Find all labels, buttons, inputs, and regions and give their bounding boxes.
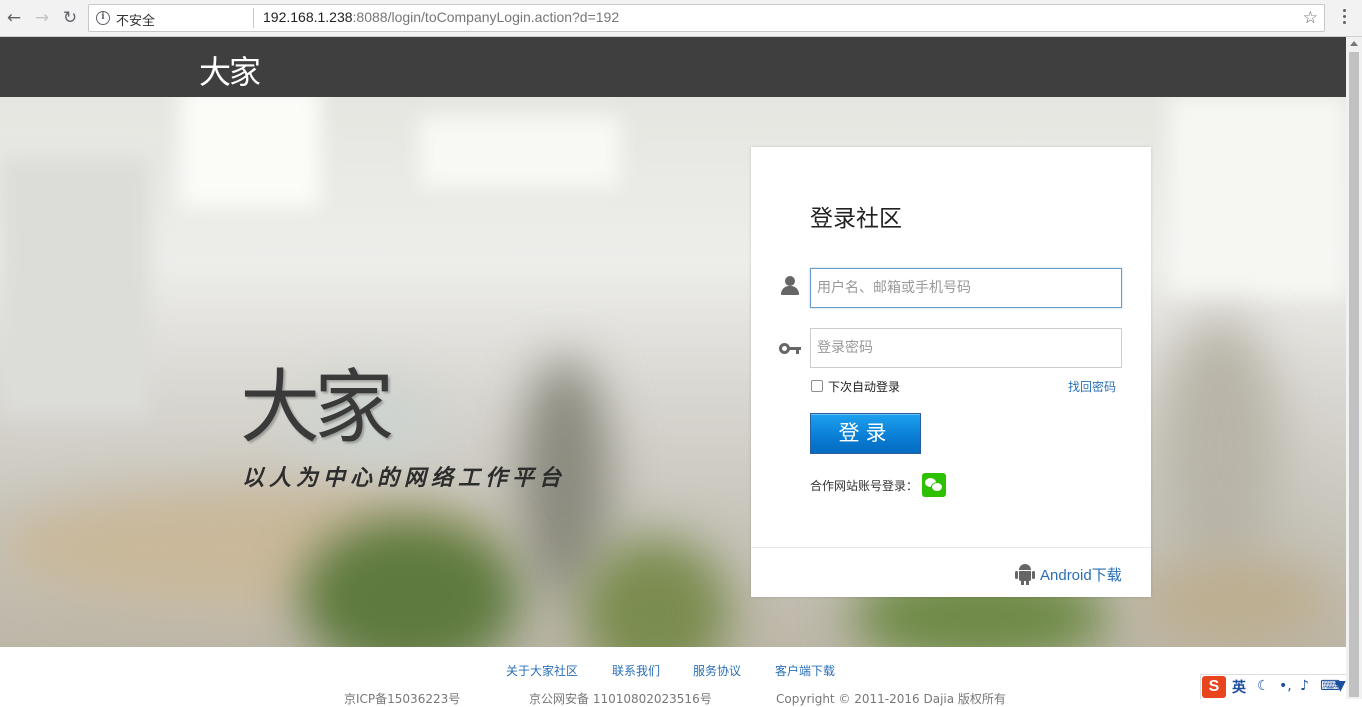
scroll-up-icon[interactable] — [1350, 41, 1358, 46]
moon-icon[interactable]: ☾ — [1257, 678, 1270, 694]
username-input[interactable] — [810, 268, 1122, 308]
bookmark-star-icon[interactable]: ☆ — [1303, 8, 1318, 28]
reload-icon[interactable]: ↻ — [60, 8, 80, 28]
footer-link-about[interactable]: 关于大家社区 — [506, 662, 578, 679]
window-light — [1170, 97, 1346, 297]
url-host: 192.168.1.238 — [263, 9, 353, 25]
desk-partition — [1140, 557, 1330, 647]
info-icon[interactable]: i — [96, 11, 110, 25]
scroll-thumb[interactable] — [1349, 52, 1359, 697]
user-icon — [779, 275, 801, 297]
browser-toolbar: ← → ↻ i 不安全 192.168.1.238:8088/login/toC… — [0, 0, 1362, 37]
back-icon[interactable]: ← — [4, 8, 24, 28]
footer-link-terms[interactable]: 服务协议 — [693, 662, 741, 679]
header-logo[interactable]: 大家 — [199, 47, 261, 93]
card-divider — [751, 547, 1151, 548]
footer-link-client-download[interactable]: 客户端下载 — [775, 662, 835, 679]
password-input[interactable] — [810, 328, 1122, 368]
ceiling-light — [180, 97, 320, 207]
hero-slogan: 以人为中心的网络工作平台 — [242, 465, 567, 491]
remember-me-label[interactable]: 下次自动登录 — [828, 378, 900, 395]
login-title: 登录社区 — [810, 206, 902, 232]
microphone-icon[interactable]: ♪ — [1300, 678, 1309, 694]
sogou-logo-icon[interactable]: S — [1202, 676, 1226, 698]
forgot-password-link[interactable]: 找回密码 — [1068, 378, 1116, 395]
page-scrollbar[interactable] — [1346, 37, 1362, 699]
ceiling-light — [420, 117, 620, 187]
url-path: :8088/login/toCompanyLogin.action?d=192 — [352, 9, 620, 25]
hero-brand-logo: 大家 — [240, 361, 394, 454]
pillar-shadow — [1160, 317, 1280, 577]
android-download-label[interactable]: Android下载 — [1040, 564, 1122, 585]
plant — [580, 537, 730, 647]
skin-icon[interactable]: ▼ — [1335, 678, 1346, 694]
login-button[interactable]: 登录 — [810, 413, 921, 454]
site-header: 大家 — [0, 37, 1346, 97]
pillar — [0, 157, 150, 417]
wechat-login-icon[interactable] — [922, 473, 946, 497]
android-icon — [1015, 563, 1035, 585]
browser-menu-icon[interactable] — [1337, 9, 1351, 27]
partner-login-label: 合作网站账号登录： — [810, 479, 919, 493]
ime-language-toggle[interactable]: 英 — [1232, 677, 1246, 697]
not-secure-label[interactable]: 不安全 — [116, 10, 155, 29]
url-text[interactable]: 192.168.1.238:8088/login/toCompanyLogin.… — [263, 9, 619, 25]
key-icon — [779, 338, 801, 360]
login-panel: 登录社区 下次自动登录 找回密码 登录 合作网站账号登录： Android下载 — [751, 147, 1151, 597]
footer-link-contact[interactable]: 联系我们 — [612, 662, 660, 679]
punctuation-icon[interactable]: •, — [1279, 678, 1292, 694]
address-bar[interactable]: i 不安全 192.168.1.238:8088/login/toCompany… — [88, 4, 1325, 32]
ime-toolbar: S 英 ☾ •, ♪ ⌨ ▼ — [1200, 674, 1346, 699]
remember-me-checkbox[interactable] — [811, 380, 823, 392]
forward-icon[interactable]: → — [32, 8, 52, 28]
address-divider — [253, 8, 254, 28]
